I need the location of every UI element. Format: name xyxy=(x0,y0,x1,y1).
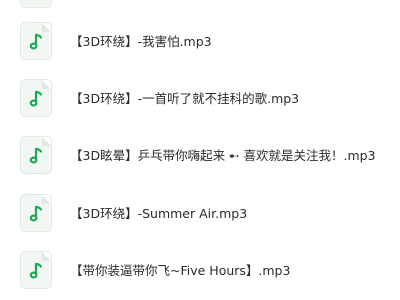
music-note-icon xyxy=(29,205,43,222)
music-note-icon xyxy=(29,262,43,279)
file-row[interactable]: 【3D眩晕】乒乓带你嗨起来 ➸ 喜欢就是关注我！.mp3 xyxy=(0,134,400,178)
file-name[interactable]: 【3D环绕】-一首听了就不挂科的歌.mp3 xyxy=(70,91,299,107)
file-list: 【3D环绕】-我害怕.mp3 【3D环绕】-一首听了就不挂科的歌.mp3 【3D… xyxy=(0,0,400,300)
music-note-icon xyxy=(29,90,43,107)
file-name[interactable]: 【3D眩晕】乒乓带你嗨起来 ➸ 喜欢就是关注我！.mp3 xyxy=(70,148,376,164)
file-name[interactable]: 【3D环绕】-Summer Air.mp3 xyxy=(70,206,247,222)
music-file-icon xyxy=(20,136,52,174)
file-row[interactable]: 【3D环绕】-一首听了就不挂科的歌.mp3 xyxy=(0,77,400,121)
music-note-icon xyxy=(29,147,43,164)
file-name[interactable]: 【带你装逼带你飞~Five Hours】.mp3 xyxy=(70,263,290,279)
file-name[interactable]: 【3D环绕】-我害怕.mp3 xyxy=(70,34,212,50)
music-file-icon xyxy=(20,194,52,232)
music-note-icon xyxy=(29,33,43,50)
file-row[interactable]: 【3D环绕】-Summer Air.mp3 xyxy=(0,192,400,236)
music-file-icon xyxy=(20,22,52,60)
music-file-icon xyxy=(20,79,52,117)
music-file-icon xyxy=(20,251,52,289)
file-row[interactable]: 【带你装逼带你飞~Five Hours】.mp3 xyxy=(0,249,400,293)
file-row[interactable]: 【3D环绕】-我害怕.mp3 xyxy=(0,20,400,64)
file-icon-partial[interactable] xyxy=(20,0,52,8)
